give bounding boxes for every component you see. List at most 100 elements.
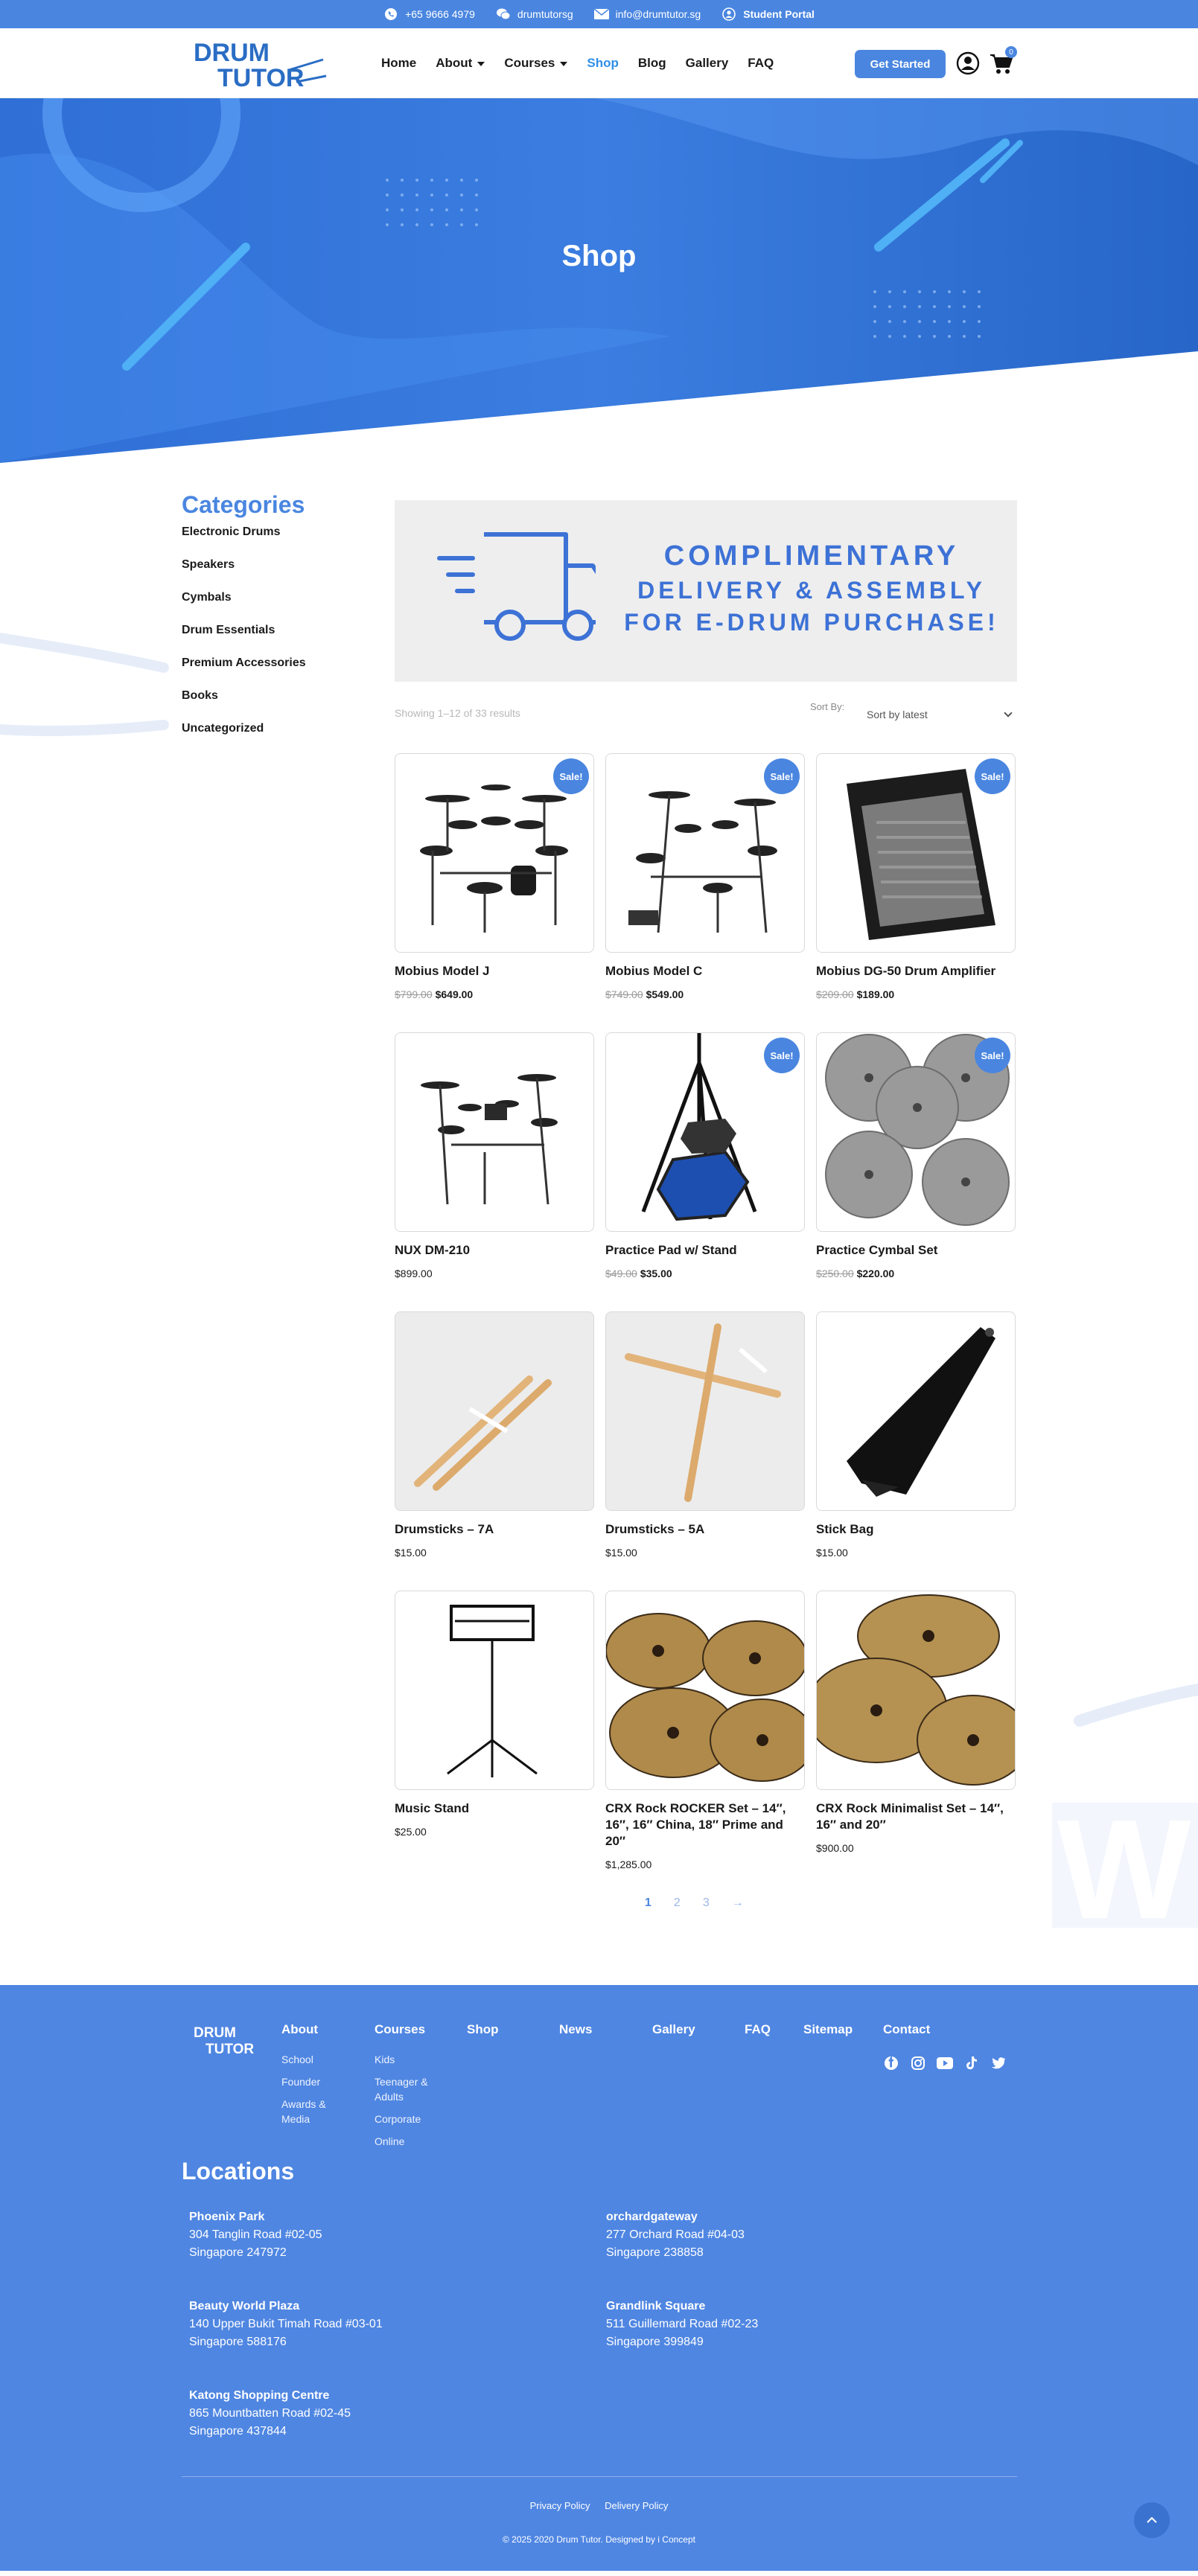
location-address: 277 Orchard Road #04-03 (606, 2228, 745, 2241)
back-to-top-button[interactable] (1134, 2502, 1170, 2538)
facebook-icon[interactable] (883, 2055, 899, 2071)
category-books[interactable]: Books (182, 687, 353, 720)
nav-gallery[interactable]: Gallery (686, 56, 729, 71)
footer-heading-news[interactable]: News (559, 2022, 592, 2037)
product-card[interactable]: Music Stand $25.00 (395, 1591, 594, 1838)
product-name[interactable]: Practice Cymbal Set (816, 1242, 1016, 1259)
product-name[interactable]: Practice Pad w/ Stand (605, 1242, 805, 1259)
product-image[interactable] (605, 1311, 805, 1511)
twitter-icon[interactable] (990, 2055, 1007, 2071)
product-image[interactable] (395, 1311, 594, 1511)
sort-dropdown[interactable]: Sort by latest (859, 701, 1017, 728)
nav-about[interactable]: About (436, 56, 485, 71)
get-started-button[interactable]: Get Started (855, 50, 946, 78)
product-image[interactable]: Sale! (605, 1032, 805, 1232)
product-card[interactable]: Drumsticks – 7A $15.00 (395, 1311, 594, 1559)
footer-link-corporate[interactable]: Corporate (375, 2112, 428, 2126)
footer-heading-about[interactable]: About (281, 2022, 326, 2037)
footer-link-media[interactable]: Media (281, 2112, 326, 2126)
footer-link-kids[interactable]: Kids (375, 2052, 428, 2067)
product-card[interactable]: Sale! Practice Pad w/ Stand $49.00 $35.00 (605, 1032, 805, 1279)
footer-link-adults[interactable]: Adults (375, 2089, 428, 2104)
footer-logo[interactable]: DRUM TUTOR (192, 2022, 264, 2059)
category-drum-essentials[interactable]: Drum Essentials (182, 621, 353, 654)
delivery-policy-link[interactable]: Delivery Policy (605, 2500, 668, 2511)
product-name[interactable]: Drumsticks – 5A (605, 1521, 805, 1538)
wechat-contact[interactable]: drumtutorsg (496, 7, 573, 22)
user-circle-icon (721, 7, 736, 22)
product-image[interactable]: Sale! (816, 753, 1016, 953)
category-cymbals[interactable]: Cymbals (182, 589, 353, 621)
product-card[interactable]: Sale! Practice Cymbal Set $250.00 $220.00 (816, 1032, 1016, 1279)
footer-heading-contact[interactable]: Contact (883, 2022, 930, 2037)
footer-link-founder[interactable]: Founder (281, 2074, 326, 2089)
category-speakers[interactable]: Speakers (182, 556, 353, 589)
product-card[interactable]: Drumsticks – 5A $15.00 (605, 1311, 805, 1559)
nav-home[interactable]: Home (381, 56, 416, 71)
product-card[interactable]: CRX Rock Minimalist Set – 14″, 16″ and 2… (816, 1591, 1016, 1854)
product-name[interactable]: Mobius DG-50 Drum Amplifier (816, 963, 1016, 979)
site-logo[interactable]: DRUM TUTOR (192, 37, 331, 92)
footer-heading-shop[interactable]: Shop (467, 2022, 499, 2037)
footer-link-awards[interactable]: Awards & (281, 2097, 326, 2112)
product-name[interactable]: Mobius Model J (395, 963, 594, 979)
product-name[interactable]: Mobius Model C (605, 963, 805, 979)
category-list: Electronic Drums Speakers Cymbals Drum E… (182, 523, 353, 752)
old-price: $799.00 (395, 988, 433, 1000)
page-2[interactable]: 2 (674, 1896, 681, 1910)
email-contact[interactable]: info@drumtutor.sg (593, 7, 701, 22)
product-card[interactable]: Sale! Mobius Model J $799.00 $649.00 (395, 753, 594, 1000)
page-3[interactable]: 3 (703, 1896, 710, 1910)
nav-blog[interactable]: Blog (638, 56, 666, 71)
footer-heading-sitemap[interactable]: Sitemap (803, 2022, 853, 2037)
product-image[interactable] (816, 1311, 1016, 1511)
product-image[interactable] (395, 1032, 594, 1232)
location-name: orchardgateway (606, 2211, 698, 2223)
caret-down-icon (477, 61, 485, 66)
footer-link-teenager[interactable]: Teenager & (375, 2074, 428, 2089)
product-price: $15.00 (816, 1547, 1016, 1559)
product-image[interactable]: Sale! (395, 753, 594, 953)
location-name: Katong Shopping Centre (189, 2389, 330, 2402)
footer-heading-faq[interactable]: FAQ (745, 2022, 771, 2037)
nav-shop[interactable]: Shop (587, 56, 619, 71)
category-uncategorized[interactable]: Uncategorized (182, 720, 353, 752)
student-portal-link[interactable]: Student Portal (721, 7, 815, 22)
tiktok-icon[interactable] (963, 2055, 980, 2071)
delivery-promo-banner[interactable]: COMPLIMENTARY DELIVERY & ASSEMBLY FOR E-… (395, 500, 1017, 682)
instagram-icon[interactable] (910, 2055, 926, 2071)
product-card[interactable]: NUX DM-210 $899.00 (395, 1032, 594, 1279)
product-image[interactable]: Sale! (605, 753, 805, 953)
product-card[interactable]: Sale! Mobius Model C $749.00 $549.00 (605, 753, 805, 1000)
product-name[interactable]: NUX DM-210 (395, 1242, 594, 1259)
youtube-icon[interactable] (937, 2055, 953, 2071)
category-premium-accessories[interactable]: Premium Accessories (182, 654, 353, 687)
category-electronic-drums[interactable]: Electronic Drums (182, 523, 353, 556)
product-name[interactable]: CRX Rock Minimalist Set – 14″, 16″ and 2… (816, 1800, 1016, 1833)
product-card[interactable]: CRX Rock ROCKER Set – 14″, 16″, 16″ Chin… (605, 1591, 805, 1870)
product-name[interactable]: CRX Rock ROCKER Set – 14″, 16″, 16″ Chin… (605, 1800, 805, 1850)
product-card[interactable]: Stick Bag $15.00 (816, 1311, 1016, 1559)
footer-logo-line1: DRUM (194, 2025, 236, 2041)
footer-link-school[interactable]: School (281, 2052, 326, 2067)
product-card[interactable]: Sale! Mobius DG-50 Drum Amplifier $209.0… (816, 753, 1016, 1000)
phone-contact[interactable]: +65 9666 4979 (383, 7, 475, 22)
social-links (883, 2055, 1007, 2071)
product-image[interactable]: Sale! (816, 1032, 1016, 1232)
product-image[interactable] (395, 1591, 594, 1790)
product-name[interactable]: Drumsticks – 7A (395, 1521, 594, 1538)
account-icon[interactable] (956, 51, 980, 75)
privacy-policy-link[interactable]: Privacy Policy (530, 2500, 590, 2511)
footer-heading-gallery[interactable]: Gallery (652, 2022, 695, 2037)
product-name[interactable]: Music Stand (395, 1800, 594, 1817)
footer-link-online[interactable]: Online (375, 2134, 428, 2149)
footer-heading-courses[interactable]: Courses (375, 2022, 428, 2037)
page-1[interactable]: 1 (645, 1896, 651, 1910)
product-image[interactable] (816, 1591, 1016, 1790)
next-page-arrow[interactable]: → (732, 1896, 744, 1910)
nav-courses[interactable]: Courses (504, 56, 568, 71)
nav-faq[interactable]: FAQ (748, 56, 774, 71)
logo-line2: TUTOR (217, 64, 304, 89)
product-image[interactable] (605, 1591, 805, 1790)
product-name[interactable]: Stick Bag (816, 1521, 1016, 1538)
